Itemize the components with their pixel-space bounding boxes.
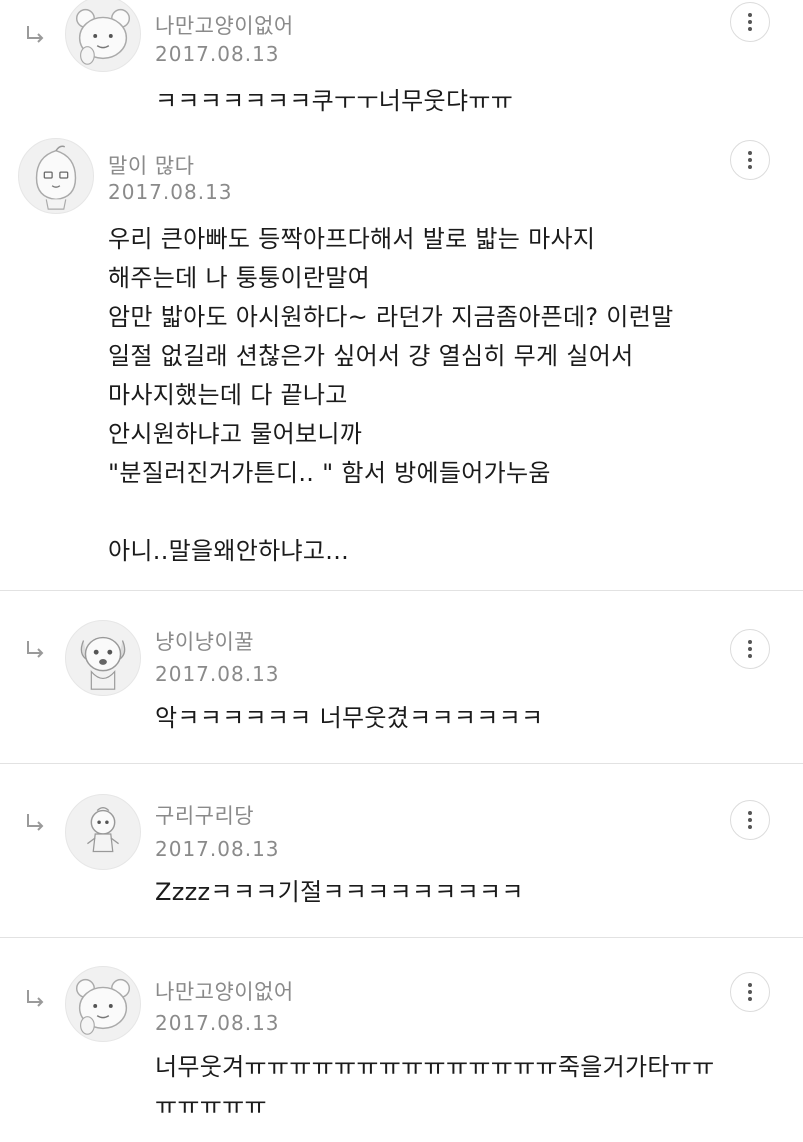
dog-character-avatar-icon[interactable] xyxy=(65,620,141,696)
dot xyxy=(748,158,752,162)
comment-text: 악ㅋㅋㅋㅋㅋㅋ 너무웃겼ㅋㅋㅋㅋㅋㅋ xyxy=(155,704,544,732)
comment-nickname[interactable]: 나만고양이없어 xyxy=(155,10,294,40)
reply-arrow-icon xyxy=(27,990,44,1007)
comment-nickname[interactable]: 말이 많다 xyxy=(108,150,194,180)
comment-item: 나만고양이없어 2017.08.13 ㅋㅋㅋㅋㅋㅋㅋ쿠ㅜㅜ너무웃댜ㅠㅠ xyxy=(0,0,803,130)
reply-arrow-icon xyxy=(27,26,44,43)
dot xyxy=(748,825,752,829)
bear-character-avatar-icon[interactable] xyxy=(65,966,141,1042)
comment-item: 말이 많다 2017.08.13 우리 큰아빠도 등짝아프다해서 발로 밟는 마… xyxy=(0,132,803,592)
comment-date: 2017.08.13 xyxy=(155,662,280,686)
reply-arrow-icon xyxy=(27,641,44,658)
comment-nickname[interactable]: 구리구리당 xyxy=(155,800,254,830)
comment-text: ㅋㅋㅋㅋㅋㅋㅋ쿠ㅜㅜ너무웃댜ㅠㅠ xyxy=(155,87,514,115)
dot xyxy=(748,165,752,169)
comment-item: 구리구리당 2017.08.13 Zzzzㅋㅋㅋ기절ㅋㅋㅋㅋㅋㅋㅋㅋㅋ xyxy=(0,764,803,936)
more-options-button[interactable] xyxy=(730,140,770,180)
comment-item: 냥이냥이꿀 2017.08.13 악ㅋㅋㅋㅋㅋㅋ 너무웃겼ㅋㅋㅋㅋㅋㅋ xyxy=(0,591,803,763)
dot xyxy=(748,818,752,822)
comment-text: 우리 큰아빠도 등짝아프다해서 발로 밟는 마사지 해주는데 나 퉁퉁이란말여 … xyxy=(108,225,674,565)
dot xyxy=(748,811,752,815)
dot xyxy=(748,20,752,24)
comment-text: Zzzzㅋㅋㅋ기절ㅋㅋㅋㅋㅋㅋㅋㅋㅋ xyxy=(155,878,524,906)
comment-text: 너무웃겨ㅠㅠㅠㅠㅠㅠㅠㅠㅠㅠㅠㅠㅠㅠ죽을거가타ㅠㅠ ㅠㅠㅠㅠㅠ xyxy=(155,1053,715,1120)
dot xyxy=(748,13,752,17)
dot xyxy=(748,647,752,651)
dot xyxy=(748,997,752,1001)
peach-character-avatar-icon[interactable] xyxy=(18,138,94,214)
more-options-button[interactable] xyxy=(730,800,770,840)
small-character-avatar-icon[interactable] xyxy=(65,794,141,870)
comment-date: 2017.08.13 xyxy=(155,42,280,66)
more-options-button[interactable] xyxy=(730,629,770,669)
comment-nickname[interactable]: 냥이냥이꿀 xyxy=(155,626,254,656)
comment-date: 2017.08.13 xyxy=(155,837,280,861)
comment-item: 나만고양이없어 2017.08.13 너무웃겨ㅠㅠㅠㅠㅠㅠㅠㅠㅠㅠㅠㅠㅠㅠ죽을거… xyxy=(0,938,803,1142)
dot xyxy=(748,640,752,644)
comment-date: 2017.08.13 xyxy=(108,180,233,204)
more-options-button[interactable] xyxy=(730,972,770,1012)
bear-character-avatar-icon[interactable] xyxy=(65,0,141,72)
more-options-button[interactable] xyxy=(730,2,770,42)
dot xyxy=(748,151,752,155)
reply-arrow-icon xyxy=(27,814,44,831)
comment-date: 2017.08.13 xyxy=(155,1011,280,1035)
dot xyxy=(748,990,752,994)
comment-nickname[interactable]: 나만고양이없어 xyxy=(155,976,294,1006)
dot xyxy=(748,983,752,987)
dot xyxy=(748,654,752,658)
dot xyxy=(748,27,752,31)
